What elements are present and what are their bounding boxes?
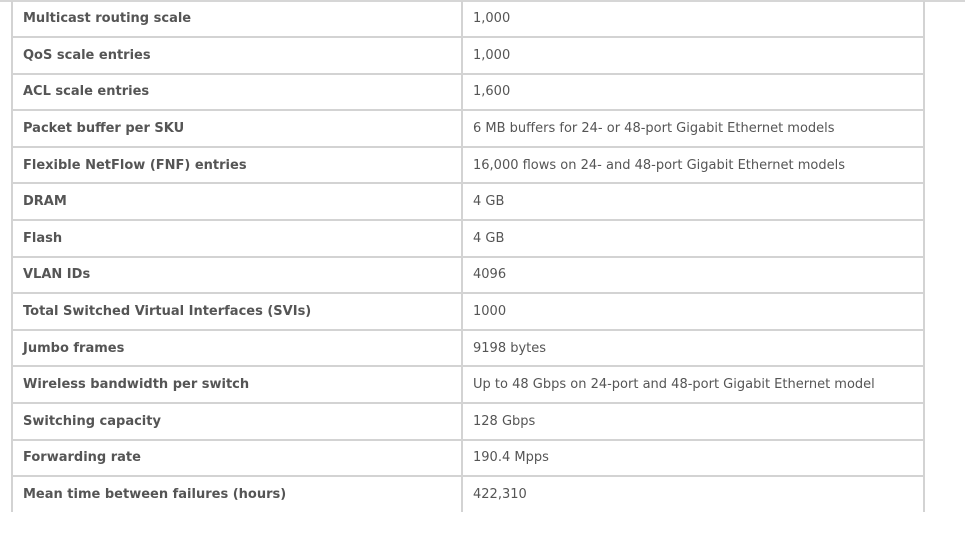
table-row: DRAM 4 GB	[11, 182, 925, 221]
spec-value: 4 GB	[461, 218, 925, 258]
spec-label: Forwarding rate	[11, 438, 463, 478]
table-row: Total Switched Virtual Interfaces (SVIs)…	[11, 292, 925, 331]
table-row: Flexible NetFlow (FNF) entries 16,000 fl…	[11, 145, 925, 185]
spec-value: 422,310	[461, 475, 925, 512]
table-row: Switching capacity 128 Gbps	[11, 401, 925, 441]
spec-label: Switching capacity	[11, 401, 463, 441]
table-row: Packet buffer per SKU 6 MB buffers for 2…	[11, 109, 925, 148]
table-row: Forwarding rate 190.4 Mpps	[11, 438, 925, 478]
spec-value: 128 Gbps	[461, 401, 925, 441]
spec-label: VLAN IDs	[11, 255, 463, 295]
spec-label: QoS scale entries	[11, 36, 463, 75]
spec-label: Multicast routing scale	[11, 1, 463, 38]
table-row: QoS scale entries 1,000	[11, 36, 925, 75]
table-row: Flash 4 GB	[11, 218, 925, 258]
spec-label: Total Switched Virtual Interfaces (SVIs)	[11, 292, 463, 331]
table-row: VLAN IDs 4096	[11, 255, 925, 295]
specifications-table: Multicast routing scale 1,000 QoS scale …	[11, 1, 925, 512]
table-row: Multicast routing scale 1,000	[11, 1, 925, 38]
spec-label: ACL scale entries	[11, 72, 463, 112]
spec-label: Wireless bandwidth per switch	[11, 365, 463, 404]
spec-value: 1,600	[461, 72, 925, 112]
spec-value: 190.4 Mpps	[461, 438, 925, 478]
spec-label: Flexible NetFlow (FNF) entries	[11, 145, 463, 185]
table-row: ACL scale entries 1,600	[11, 72, 925, 112]
spec-value: 1000	[461, 292, 925, 331]
spec-label: Packet buffer per SKU	[11, 109, 463, 148]
spec-value: 9198 bytes	[461, 328, 925, 368]
spec-value: Up to 48 Gbps on 24-port and 48-port Gig…	[461, 365, 925, 404]
table-row: Mean time between failures (hours) 422,3…	[11, 475, 925, 512]
spec-value: 16,000 flows on 24- and 48-port Gigabit …	[461, 145, 925, 185]
spec-label: DRAM	[11, 182, 463, 221]
spec-value: 1,000	[461, 1, 925, 38]
spec-label: Flash	[11, 218, 463, 258]
table-row: Wireless bandwidth per switch Up to 48 G…	[11, 365, 925, 404]
spec-value: 4096	[461, 255, 925, 295]
spec-value: 1,000	[461, 36, 925, 75]
spec-value: 6 MB buffers for 24- or 48-port Gigabit …	[461, 109, 925, 148]
table-row: Jumbo frames 9198 bytes	[11, 328, 925, 368]
spec-value: 4 GB	[461, 182, 925, 221]
spec-label: Jumbo frames	[11, 328, 463, 368]
spec-label: Mean time between failures (hours)	[11, 475, 463, 512]
